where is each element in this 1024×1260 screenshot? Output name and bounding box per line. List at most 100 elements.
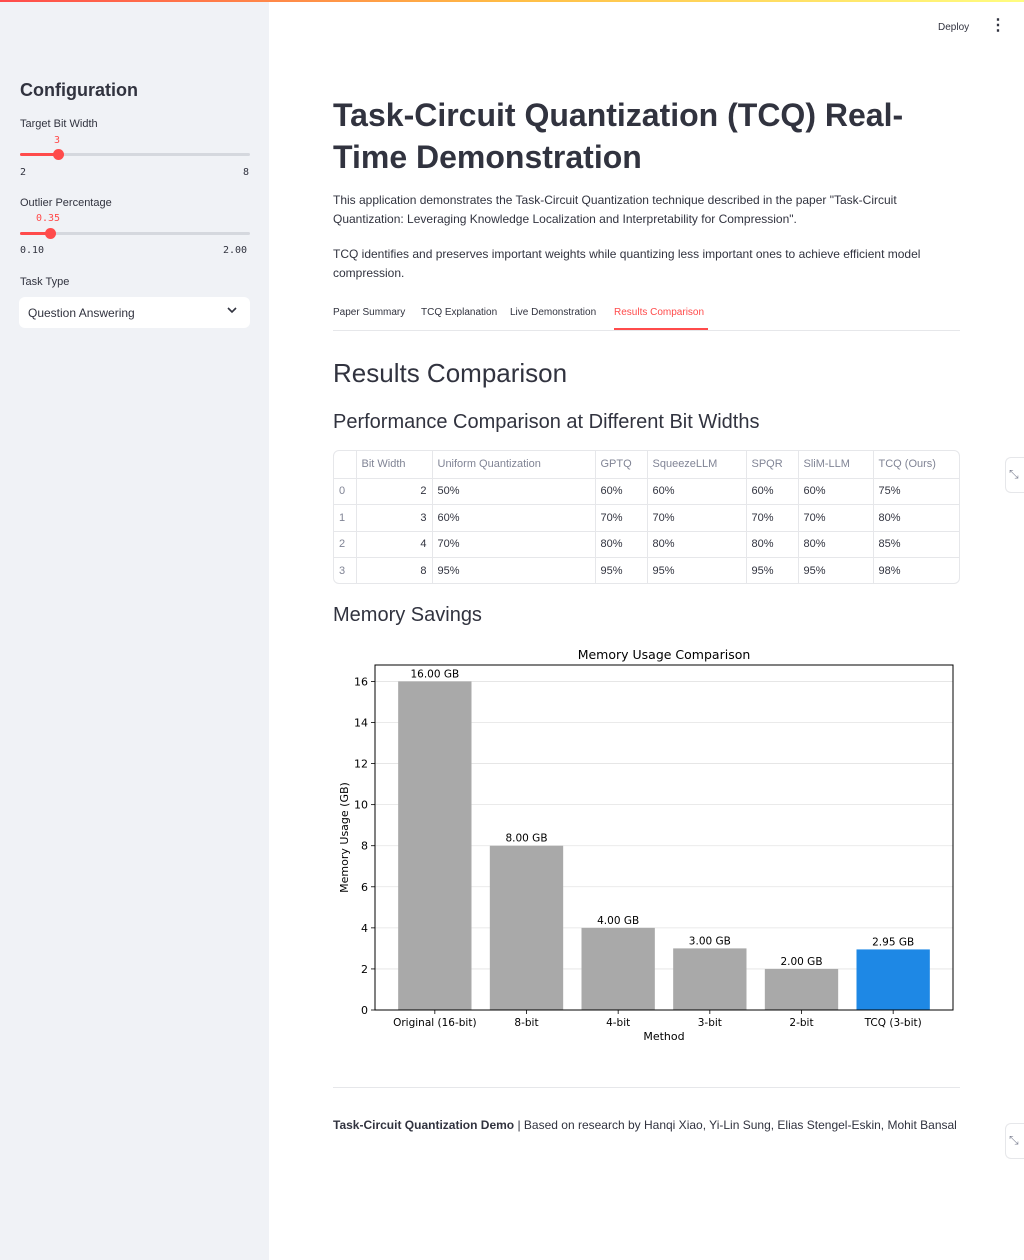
tab-tcq-explanation[interactable]: TCQ Explanation [421, 307, 497, 318]
outlier-slider-thumb[interactable] [45, 228, 57, 239]
table-row: 2 4 70% 80% 80% 80% 80% 85% [334, 531, 959, 558]
task-type-label: Task Type [20, 276, 70, 288]
bar [764, 968, 839, 1010]
table-row: 3 8 95% 95% 95% 95% 95% 98% [334, 557, 959, 584]
y-tick-label: 10 [354, 799, 368, 812]
column-header[interactable]: SqueezeLLM [647, 451, 747, 479]
table-cell[interactable]: 60% [595, 478, 648, 505]
footer-divider [333, 1087, 960, 1088]
table-cell[interactable]: 95% [432, 557, 596, 583]
bar-data-label: 4.00 GB [597, 915, 639, 927]
bit-width-value: 3 [54, 135, 61, 146]
intro-paragraph: This application demonstrates the Task-C… [333, 193, 897, 226]
footer: Task-Circuit Quantization Demo | Based o… [333, 1118, 957, 1132]
chevron-down-icon [226, 304, 238, 319]
chart-link-icon[interactable]: ⤡ [1005, 1123, 1024, 1159]
column-header[interactable]: Uniform Quantization [432, 451, 596, 479]
table-cell[interactable]: 80% [647, 531, 747, 558]
table-cell[interactable]: 70% [746, 504, 799, 532]
bar [673, 948, 747, 1010]
column-header[interactable]: SliM-LLM [798, 451, 874, 479]
chart-title: Memory Usage Comparison [578, 647, 751, 662]
active-tab-indicator [614, 328, 708, 330]
page-title: Task-Circuit Quantization (TCQ) Real-Tim… [333, 97, 904, 175]
outlier-label: Outlier Percentage [20, 197, 112, 209]
tab-bar: Paper Summary TCQ Explanation Live Demon… [333, 302, 960, 331]
table-cell[interactable]: 95% [595, 557, 648, 583]
table-cell[interactable]: 95% [798, 557, 874, 583]
footer-title: Task-Circuit Quantization Demo [333, 1118, 515, 1132]
bar [398, 681, 472, 1010]
table-cell[interactable]: 80% [798, 531, 874, 558]
x-tick-label: 3-bit [698, 1017, 722, 1029]
bit-width-label: Target Bit Width [20, 118, 98, 130]
bar-data-label: 2.95 GB [872, 936, 914, 948]
tab-live-demonstration[interactable]: Live Demonstration [510, 307, 596, 318]
chart-link-icon[interactable]: ⤡ [1005, 457, 1024, 493]
deploy-button[interactable]: Deploy [938, 22, 969, 33]
table-row: 0 2 50% 60% 60% 60% 60% 75% [334, 478, 959, 505]
table-cell[interactable]: 95% [647, 557, 747, 583]
y-tick-label: 14 [354, 717, 368, 730]
y-tick-label: 6 [361, 881, 368, 894]
sidebar: Configuration Target Bit Width 3 2 8 Out… [0, 2, 269, 1260]
table-cell[interactable]: 60% [798, 478, 874, 505]
memory-chart: 0 2 4 6 8 10 12 14 16 16.00 GB Original (16-bit) 8.… [333, 640, 960, 1050]
x-tick-label: 2-bit [789, 1017, 813, 1029]
x-axis-label: Method [643, 1030, 684, 1043]
table-cell[interactable]: 50% [432, 478, 596, 505]
performance-table[interactable]: Bit Width Uniform Quantization GPTQ Sque… [333, 450, 960, 584]
bar-data-label: 8.00 GB [505, 833, 547, 845]
table-cell[interactable]: 0 [334, 478, 357, 505]
y-tick-label: 16 [354, 675, 368, 688]
table-cell[interactable]: 70% [798, 504, 874, 532]
main-menu-icon[interactable]: ⋮ [990, 18, 1006, 34]
table-cell[interactable]: 60% [647, 478, 747, 505]
memory-chart-svg: 0 2 4 6 8 10 12 14 16 16.00 GB Original (16-bit) 8.… [338, 647, 954, 1043]
table-cell[interactable]: 60% [432, 504, 596, 532]
outlier-value: 0.35 [36, 213, 61, 224]
bit-width-max: 8 [243, 167, 250, 178]
bar [489, 845, 564, 1010]
table-cell[interactable]: 85% [873, 531, 959, 558]
y-tick-label: 12 [354, 758, 368, 771]
table-cell[interactable]: 1 [334, 504, 357, 532]
tab-paper-summary[interactable]: Paper Summary [333, 307, 405, 318]
table-cell[interactable]: 8 [356, 557, 433, 583]
bar-data-label: 2.00 GB [780, 956, 822, 968]
bit-width-min: 2 [20, 167, 27, 178]
bar [581, 927, 655, 1010]
table-cell[interactable]: 80% [873, 504, 959, 532]
column-header[interactable] [334, 451, 357, 479]
table-cell[interactable]: 70% [432, 531, 596, 558]
column-header[interactable]: SPQR [746, 451, 799, 479]
table-cell[interactable]: 3 [356, 504, 433, 532]
table-cell[interactable]: 2 [356, 478, 433, 505]
table-cell[interactable]: 4 [356, 531, 433, 558]
task-type-selected: Question Answering [28, 306, 135, 320]
table-cell[interactable]: 80% [746, 531, 799, 558]
outlier-slider[interactable] [20, 228, 250, 239]
column-header[interactable]: GPTQ [595, 451, 648, 479]
table-cell[interactable]: 95% [746, 557, 799, 583]
table-cell[interactable]: 80% [595, 531, 648, 558]
table-cell[interactable]: 70% [595, 504, 648, 532]
y-tick-label: 4 [361, 922, 368, 935]
outlier-min: 0.10 [20, 245, 45, 256]
column-header[interactable]: Bit Width [356, 451, 433, 479]
tab-results-comparison[interactable]: Results Comparison [614, 307, 704, 318]
bar [856, 949, 930, 1010]
column-header[interactable]: TCQ (Ours) [873, 451, 959, 479]
table-cell[interactable]: 98% [873, 558, 959, 584]
table-cell[interactable]: 2 [334, 531, 357, 558]
outlier-max: 2.00 [223, 245, 248, 256]
y-tick-label: 0 [361, 1004, 368, 1017]
table-cell[interactable]: 70% [647, 504, 747, 532]
table-cell[interactable]: 3 [334, 557, 357, 583]
bit-width-slider-thumb[interactable] [53, 149, 65, 160]
task-type-select[interactable]: Question Answering [19, 297, 250, 328]
table-cell[interactable]: 60% [746, 478, 799, 505]
bit-width-slider[interactable] [20, 149, 250, 160]
table-cell[interactable]: 75% [873, 478, 959, 505]
intro-paragraph-2: TCQ identifies and preserves important w… [333, 247, 921, 280]
